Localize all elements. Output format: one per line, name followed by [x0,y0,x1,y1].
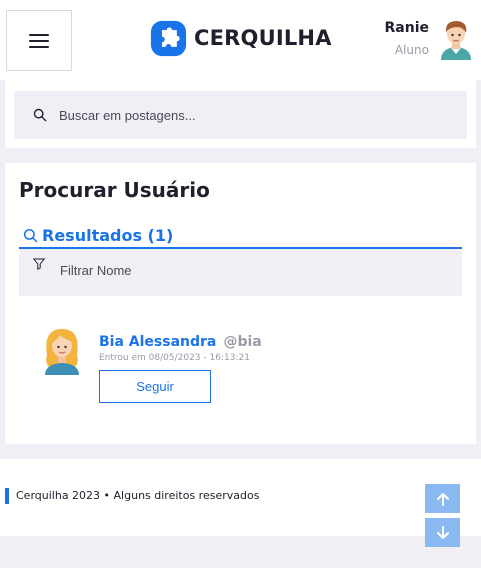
user-name: Ranie [384,20,430,36]
arrow-down-icon [436,525,449,539]
user-profile[interactable]: Ranie Aluno [385,16,474,62]
top-header: CERQUILHA Ranie Aluno [0,0,481,80]
arrow-up-icon [436,492,449,506]
search-card [5,80,476,148]
tab-results[interactable]: Resultados (1) [19,224,462,249]
user-search-card: Procurar Usuário Resultados (1) Bia Ales… [5,163,476,444]
brand-name: CERQUILHA [194,26,332,50]
avatar[interactable] [41,325,83,375]
result-name[interactable]: Bia Alessandra [99,334,216,350]
search-icon [23,228,38,243]
filter-bar[interactable] [19,249,462,296]
scroll-down-button[interactable] [425,518,460,547]
results-label: Resultados (1) [42,226,174,245]
search-bar[interactable] [14,91,467,139]
footer: Cerquilha 2023 • Alguns direitos reserva… [0,459,481,536]
menu-button[interactable] [6,10,72,71]
follow-button[interactable]: Seguir [99,370,211,403]
scroll-up-button[interactable] [425,484,460,513]
hamburger-icon [29,33,49,48]
filter-name-input[interactable] [60,263,440,278]
section-title: Procurar Usuário [19,178,210,202]
footer-accent-bar [5,488,9,504]
user-role: Aluno [394,43,429,57]
filter-icon [33,258,45,270]
result-handle: @bia [223,334,262,350]
result-joined-date: Entrou em 08/05/2023 - 16:13:21 [99,353,250,363]
footer-text: Cerquilha 2023 • Alguns direitos reserva… [16,489,260,502]
brand-logo[interactable]: CERQUILHA [150,19,332,57]
puzzle-logo-icon [150,20,187,56]
search-icon [33,108,47,122]
avatar[interactable] [439,18,473,60]
list-item: Bia Alessandra @bia Entrou em 08/05/2023… [41,323,441,413]
search-input[interactable] [59,107,419,123]
